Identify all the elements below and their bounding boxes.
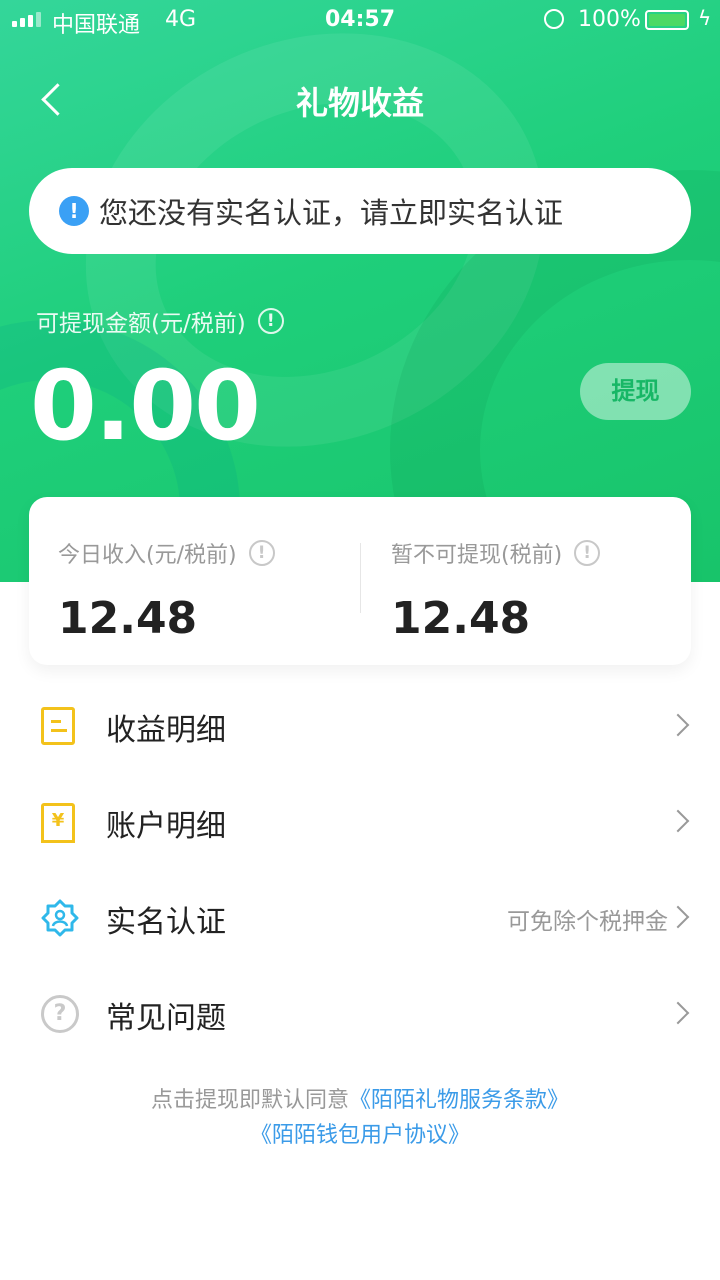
balance-label: 可提现金额(元/税前) ! (36, 304, 284, 338)
document-icon (41, 707, 75, 745)
stat-value: 12.48 (58, 593, 198, 644)
balance-amount: 0.00 (30, 350, 261, 462)
wallet-agreement-link[interactable]: 《陌陌钱包用户协议》 (250, 1123, 470, 1148)
battery-icon (645, 10, 689, 30)
stats-card: 今日收入(元/税前) ! 12.48 暂不可提现(税前) ! 12.48 (29, 497, 691, 665)
menu-item-verification[interactable]: 实名认证 可免除个税押金 (0, 870, 720, 966)
status-bar: 中国联通 4G 04:57 100% ϟ (0, 0, 720, 40)
pending-amount: 暂不可提现(税前) ! 12.48 (391, 537, 601, 644)
rotation-lock-icon (544, 9, 564, 29)
gift-terms-link[interactable]: 《陌陌礼物服务条款》 (349, 1088, 569, 1113)
divider (360, 543, 361, 613)
battery-percent: 100% (578, 7, 641, 32)
verification-notice[interactable]: ! 您还没有实名认证，请立即实名认证 (29, 168, 691, 254)
yen-bookmark-icon: ¥ (41, 803, 75, 843)
menu-label: 常见问题 (106, 1001, 226, 1036)
menu-item-income-details[interactable]: 收益明细 (0, 678, 720, 774)
menu-label: 账户明细 (106, 809, 226, 844)
stat-value: 12.48 (391, 593, 531, 644)
today-income: 今日收入(元/税前) ! 12.48 (58, 537, 275, 644)
charging-icon: ϟ (698, 6, 712, 30)
page-title: 礼物收益 (295, 84, 424, 122)
verified-user-icon (41, 899, 79, 937)
info-icon[interactable]: ! (248, 540, 275, 566)
notice-text: 您还没有实名认证，请立即实名认证 (99, 196, 564, 230)
chevron-right-icon (666, 1001, 690, 1025)
question-icon: ? (41, 995, 79, 1033)
menu-list: 收益明细 ¥ 账户明细 实名认证 可免除个税押金 ? 常见问题 (0, 678, 720, 1062)
withdraw-button[interactable]: 提现 (580, 363, 691, 420)
chevron-right-icon (666, 905, 690, 929)
info-icon[interactable]: ! (574, 540, 601, 566)
chevron-right-icon (666, 713, 690, 737)
chevron-right-icon (666, 809, 690, 833)
menu-hint: 可免除个税押金 (507, 909, 668, 935)
stat-label: 今日收入(元/税前) (58, 543, 237, 568)
footer-prefix: 点击提现即默认同意 (150, 1088, 349, 1113)
menu-label: 实名认证 (106, 905, 226, 940)
info-icon[interactable]: ! (257, 308, 284, 334)
exclamation-icon: ! (59, 196, 89, 226)
balance-label-text: 可提现金额(元/税前) (36, 311, 246, 337)
stat-label: 暂不可提现(税前) (391, 543, 563, 568)
menu-item-faq[interactable]: ? 常见问题 (0, 966, 720, 1062)
menu-label: 收益明细 (106, 713, 226, 748)
menu-item-account-details[interactable]: ¥ 账户明细 (0, 774, 720, 870)
agreement-footer: 点击提现即默认同意《陌陌礼物服务条款》 《陌陌钱包用户协议》 (0, 1083, 720, 1153)
